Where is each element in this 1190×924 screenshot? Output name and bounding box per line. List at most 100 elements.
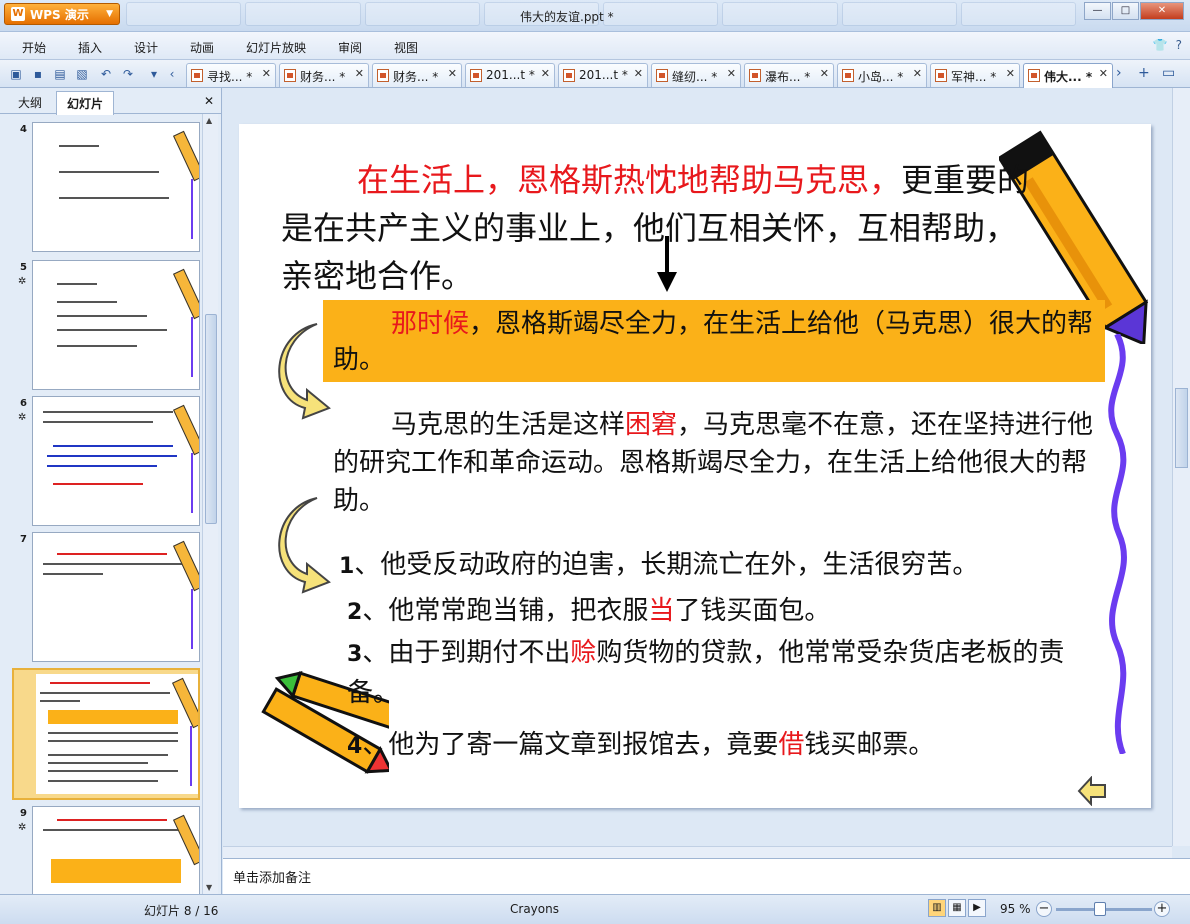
panel-close-icon[interactable]: ✕ (204, 94, 214, 108)
slide-canvas[interactable]: 在生活上，恩格斯热忱地帮助马克思，更重要的 是在共产主义的事业上，他们互相关怀，… (239, 124, 1151, 808)
tab-slides[interactable]: 幻灯片 (56, 91, 115, 115)
close-tab-icon[interactable]: ✕ (634, 67, 643, 80)
close-tab-icon[interactable]: ✕ (913, 67, 922, 80)
menu-design[interactable]: 设计 (134, 39, 158, 56)
doc-tab[interactable]: 寻找... * ✕ (186, 63, 276, 87)
animation-star-icon: ✲ (18, 822, 27, 833)
slide-thumbnail-4[interactable] (32, 122, 200, 252)
thumb-number: 6 (20, 398, 27, 409)
thumb-number: 4 (20, 124, 27, 135)
view-buttons: ▥ ▦ ▶ (928, 899, 986, 917)
maximize-button[interactable]: □ (1112, 2, 1139, 20)
menu-animation[interactable]: 动画 (190, 39, 214, 56)
toolbar: ▣ ▪ ▤ ▧ ↶ ↷ ▾ ‹ 寻找... * ✕ 财务... * ✕ 财务... … (0, 60, 1190, 88)
close-button[interactable]: ✕ (1140, 2, 1184, 20)
doc-tab[interactable]: 瀑布... * ✕ (744, 63, 834, 87)
tabs-scroll-left-icon[interactable]: ‹ (164, 66, 180, 82)
editor-vertical-scrollbar[interactable] (1172, 88, 1190, 846)
ppt-file-icon (1028, 69, 1040, 82)
zoom-in-button[interactable]: + (1154, 901, 1170, 917)
skin-icon[interactable]: 👕 (1153, 38, 1168, 52)
editor-horizontal-scrollbar[interactable] (223, 846, 1172, 858)
scroll-thumb[interactable] (1175, 388, 1188, 468)
list-item: 3、由于到期付不出赊购货物的贷款，他常常受杂货店老板的责备。 (347, 638, 1065, 708)
slide-thumbnail-8[interactable] (12, 668, 200, 800)
list-item: 1、他受反动政府的迫害，长期流亡在外，生活很穷苦。 (339, 550, 979, 580)
slide-paragraph-1: 在生活上，恩格斯热忱地帮助马克思，更重要的 是在共产主义的事业上，他们互相关怀，… (281, 161, 1030, 295)
open-folder-icon[interactable]: ▣ (8, 66, 24, 82)
doc-tab[interactable]: 201...t * ✕ (558, 63, 648, 87)
status-bar: 幻灯片 8 / 16 Crayons ▥ ▦ ▶ 95 % − + (0, 894, 1190, 924)
save-icon[interactable]: ▪ (30, 66, 46, 82)
title-bar: W WPS 演示 ▼ 伟大的友谊.ppt * — □ ✕ (0, 0, 1190, 32)
window-title: 伟大的友谊.ppt * (520, 10, 614, 24)
list-item: 2、他常常跑当铺，把衣服当了钱买面包。 (347, 596, 831, 626)
doc-tab[interactable]: 财务... * ✕ (372, 63, 462, 87)
slide-sorter-icon[interactable]: ▦ (948, 899, 966, 917)
thumbnail-scrollbar[interactable]: ▲ ▼ (202, 114, 218, 894)
close-tab-icon[interactable]: ✕ (1099, 67, 1108, 80)
scroll-thumb[interactable] (205, 314, 217, 524)
app-brand: WPS 演示 (30, 7, 89, 22)
scroll-up-icon[interactable]: ▲ (206, 116, 212, 125)
minimize-button[interactable]: — (1084, 2, 1111, 20)
tab-list-icon[interactable]: ▭ (1162, 65, 1175, 81)
undo-icon[interactable]: ↶ (98, 66, 114, 82)
ppt-file-icon (935, 69, 947, 82)
menu-view[interactable]: 视图 (394, 39, 418, 56)
wps-menu-button[interactable]: W WPS 演示 ▼ (4, 3, 120, 25)
down-arrow-icon (657, 236, 677, 292)
close-tab-icon[interactable]: ✕ (820, 67, 829, 80)
menu-slideshow[interactable]: 幻灯片放映 (246, 39, 306, 56)
theme-name: Crayons (510, 902, 559, 916)
animation-star-icon: ✲ (18, 412, 27, 423)
menu-right-tools: 👕 ? (1153, 38, 1182, 52)
doc-tab[interactable]: 财务... * ✕ (279, 63, 369, 87)
normal-view-icon[interactable]: ▥ (928, 899, 946, 917)
redo-icon[interactable]: ↷ (120, 66, 136, 82)
slide-thumbnail-7[interactable] (32, 532, 200, 662)
close-tab-icon[interactable]: ✕ (262, 67, 271, 80)
new-tab-icon[interactable]: + (1138, 65, 1150, 81)
thumbnail-list: 4 5 ✲ 6 ✲ 7 9 ✲ (0, 114, 202, 894)
menu-bar: 开始 插入 设计 动画 幻灯片放映 审阅 视图 👕 ? (0, 32, 1190, 60)
zoom-out-button[interactable]: − (1036, 901, 1052, 917)
scroll-down-icon[interactable]: ▼ (206, 883, 212, 892)
close-tab-icon[interactable]: ✕ (541, 67, 550, 80)
notes-pane[interactable]: 单击添加备注 (223, 858, 1190, 894)
menu-home[interactable]: 开始 (22, 39, 46, 56)
ppt-file-icon (656, 69, 668, 82)
print-icon[interactable]: ▤ (52, 66, 68, 82)
doc-tab[interactable]: 201...t * ✕ (465, 63, 555, 87)
slide-thumbnail-9[interactable] (32, 806, 200, 894)
doc-tab-active[interactable]: 伟大... * ✕ (1023, 63, 1113, 88)
tab-outline[interactable]: 大纲 (14, 92, 46, 113)
window-controls: — □ ✕ (1084, 2, 1184, 20)
close-tab-icon[interactable]: ✕ (1006, 67, 1015, 80)
menu-insert[interactable]: 插入 (78, 39, 102, 56)
thumb-number: 9 (20, 808, 27, 819)
doc-tab[interactable]: 军神... * ✕ (930, 63, 1020, 87)
ppt-file-icon (563, 69, 575, 82)
slide-thumbnail-6[interactable] (32, 396, 200, 526)
slideshow-icon[interactable]: ▶ (968, 899, 986, 917)
close-tab-icon[interactable]: ✕ (727, 67, 736, 80)
doc-tab[interactable]: 缝纫... * ✕ (651, 63, 741, 87)
help-icon[interactable]: ? (1176, 38, 1182, 52)
tabs-scroll-right-icon[interactable]: › (1116, 65, 1122, 81)
doc-tab[interactable]: 小岛... * ✕ (837, 63, 927, 87)
thumb-number: 5 (20, 262, 27, 273)
customize-dropdown-icon[interactable]: ▾ (146, 66, 162, 82)
zoom-level: 95 % (1000, 902, 1031, 916)
back-arrow-icon[interactable] (1077, 776, 1107, 806)
menu-review[interactable]: 审阅 (338, 39, 362, 56)
ppt-file-icon (284, 69, 296, 82)
ppt-file-icon (749, 69, 761, 82)
print-preview-icon[interactable]: ▧ (74, 66, 90, 82)
curved-arrow-icon (278, 497, 331, 594)
slide-thumbnail-5[interactable] (32, 260, 200, 390)
slide-paragraph-2: 马克思的生活是这样困窘，马克思毫不在意，还在坚持进行他的研究工作和革命运动。恩格… (333, 410, 1094, 516)
zoom-knob[interactable] (1094, 902, 1106, 916)
close-tab-icon[interactable]: ✕ (448, 67, 457, 80)
close-tab-icon[interactable]: ✕ (355, 67, 364, 80)
